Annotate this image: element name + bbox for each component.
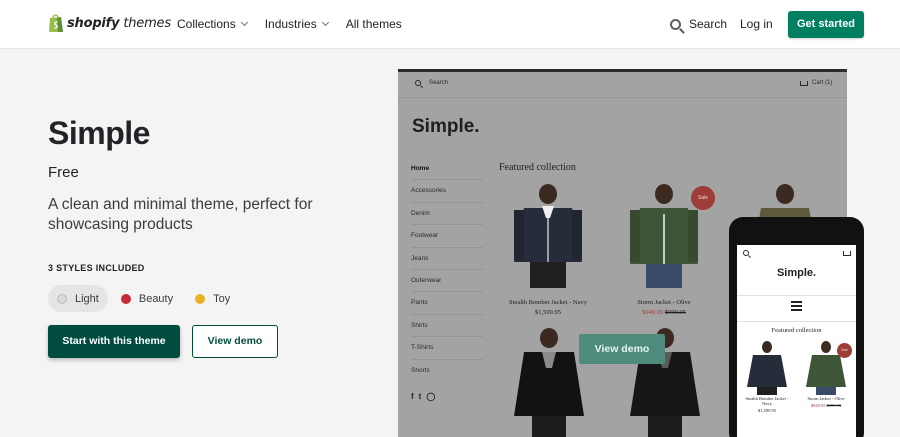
preview-sidebar-item: Footwear bbox=[411, 225, 483, 248]
product-name: Stealth Bomber Jacket - Navy bbox=[509, 299, 587, 306]
theme-price: Free bbox=[48, 164, 79, 181]
chevron-down-icon bbox=[240, 18, 248, 27]
cart-icon bbox=[800, 80, 808, 86]
nav-all-themes-label: All themes bbox=[345, 17, 402, 31]
login-link[interactable]: Log in bbox=[740, 17, 773, 31]
top-header: shopify themes Collections Industries Al… bbox=[0, 0, 900, 49]
preview-sidebar-item: Jeans bbox=[411, 248, 483, 270]
leather-jacket-image bbox=[514, 328, 584, 437]
preview-product-card bbox=[508, 328, 590, 437]
search-icon bbox=[415, 80, 421, 86]
style-swatch-toy bbox=[195, 293, 206, 304]
start-with-theme-button[interactable]: Start with this theme bbox=[48, 325, 180, 358]
style-label-light: Light bbox=[75, 292, 99, 305]
preview-sidebar-item: Denim bbox=[411, 203, 483, 226]
view-demo-overlay-button[interactable]: View demo bbox=[579, 334, 665, 364]
preview-cart: Cart (1) bbox=[800, 80, 832, 86]
style-label-beauty: Beauty bbox=[138, 292, 174, 305]
style-selector: Light Beauty Toy bbox=[48, 285, 243, 312]
preview-product-card: Stealth Bomber Jacket - Navy $1,599.95 bbox=[506, 184, 590, 316]
logo-brand: shopify bbox=[67, 15, 120, 31]
nav-industries[interactable]: Industries bbox=[264, 17, 329, 31]
styles-included-label: 3 STYLES INCLUDED bbox=[48, 263, 145, 273]
preview-sidebar-item: Accessories bbox=[411, 180, 483, 203]
mobile-screen: Simple. Featured collection Stealth Bomb… bbox=[737, 245, 856, 437]
sale-badge: Sale bbox=[837, 343, 852, 358]
mobile-topbar bbox=[737, 245, 856, 259]
chevron-down-icon bbox=[321, 18, 329, 27]
mobile-product-compare-price: $999.95 bbox=[826, 403, 842, 408]
jacket-image bbox=[514, 184, 582, 288]
jacket-image bbox=[747, 341, 787, 395]
preview-sidebar-item: Home bbox=[411, 158, 483, 181]
preview-search: Search bbox=[415, 80, 448, 86]
mobile-product-sale-price: $949.95 bbox=[810, 403, 826, 408]
nav-industries-label: Industries bbox=[264, 17, 317, 31]
style-option-light[interactable]: Light bbox=[48, 285, 108, 312]
main-nav: Collections Industries All themes bbox=[177, 17, 420, 31]
style-swatch-beauty bbox=[120, 293, 131, 304]
product-sale-price: $949.95 bbox=[642, 309, 664, 316]
preview-social-links: f t ◯ bbox=[411, 392, 440, 401]
preview-store-name: Simple. bbox=[412, 116, 480, 137]
shopify-themes-logo[interactable]: shopify themes bbox=[48, 13, 171, 33]
preview-cart-label: Cart (1) bbox=[812, 80, 833, 86]
logo-suffix: themes bbox=[123, 15, 171, 31]
search-label: Search bbox=[689, 17, 728, 31]
style-label-toy: Toy bbox=[213, 292, 231, 305]
preview-sidebar-item: Shorts bbox=[411, 366, 430, 374]
twitter-icon: t bbox=[418, 392, 422, 401]
view-demo-button[interactable]: View demo bbox=[192, 325, 278, 358]
preview-sidebar-item: T-Shirts bbox=[411, 337, 483, 360]
preview-featured-title: Featured collection bbox=[499, 162, 576, 173]
nav-collections-label: Collections bbox=[177, 17, 236, 31]
get-started-button[interactable]: Get started bbox=[788, 11, 864, 38]
preview-search-label: Search bbox=[429, 80, 449, 86]
preview-sidebar-item: Shirts bbox=[411, 315, 483, 338]
mobile-featured-title: Featured collection bbox=[771, 327, 822, 334]
divider bbox=[737, 321, 856, 322]
facebook-icon: f bbox=[411, 392, 414, 401]
theme-title: Simple bbox=[48, 115, 150, 151]
search-icon bbox=[670, 18, 681, 30]
instagram-icon: ◯ bbox=[426, 392, 436, 401]
product-name: Storm Jacket - Olive bbox=[637, 299, 691, 306]
mobile-product-card: Stealth Bomber Jacket - Navy $1,599.95 bbox=[741, 341, 793, 413]
preview-sidebar-item: Outerwear bbox=[411, 270, 483, 293]
product-compare-price: $999.95 bbox=[664, 309, 686, 316]
search-icon bbox=[743, 250, 749, 256]
shopify-bag-icon bbox=[49, 14, 63, 32]
preview-sidebar: Home Accessories Denim Footwear Jeans Ou… bbox=[411, 158, 483, 382]
style-swatch-light bbox=[57, 293, 67, 304]
search-button[interactable]: Search bbox=[670, 17, 727, 31]
cart-icon bbox=[843, 251, 851, 256]
nav-all-themes[interactable]: All themes bbox=[346, 17, 402, 31]
mobile-product-name: Stealth Bomber Jacket - Navy bbox=[745, 396, 789, 406]
sale-badge: Sale bbox=[691, 186, 715, 210]
preview-sidebar-item: Pants bbox=[411, 292, 483, 315]
nav-collections[interactable]: Collections bbox=[177, 17, 248, 31]
product-price: $1,599.95 bbox=[535, 309, 561, 316]
mobile-product-name: Storm Jacket - Olive bbox=[807, 396, 845, 401]
mobile-product-price: $1,599.95 bbox=[758, 408, 776, 413]
mobile-store-name: Simple. bbox=[776, 267, 817, 279]
theme-description: A clean and minimal theme, perfect for s… bbox=[48, 196, 313, 233]
style-option-toy[interactable]: Toy bbox=[186, 285, 239, 312]
hamburger-menu-icon bbox=[791, 301, 802, 313]
divider bbox=[737, 295, 856, 296]
preview-topbar: Search Cart (1) bbox=[398, 72, 847, 98]
mobile-preview[interactable]: Simple. Featured collection Stealth Bomb… bbox=[729, 217, 864, 437]
style-option-beauty[interactable]: Beauty bbox=[112, 285, 182, 312]
